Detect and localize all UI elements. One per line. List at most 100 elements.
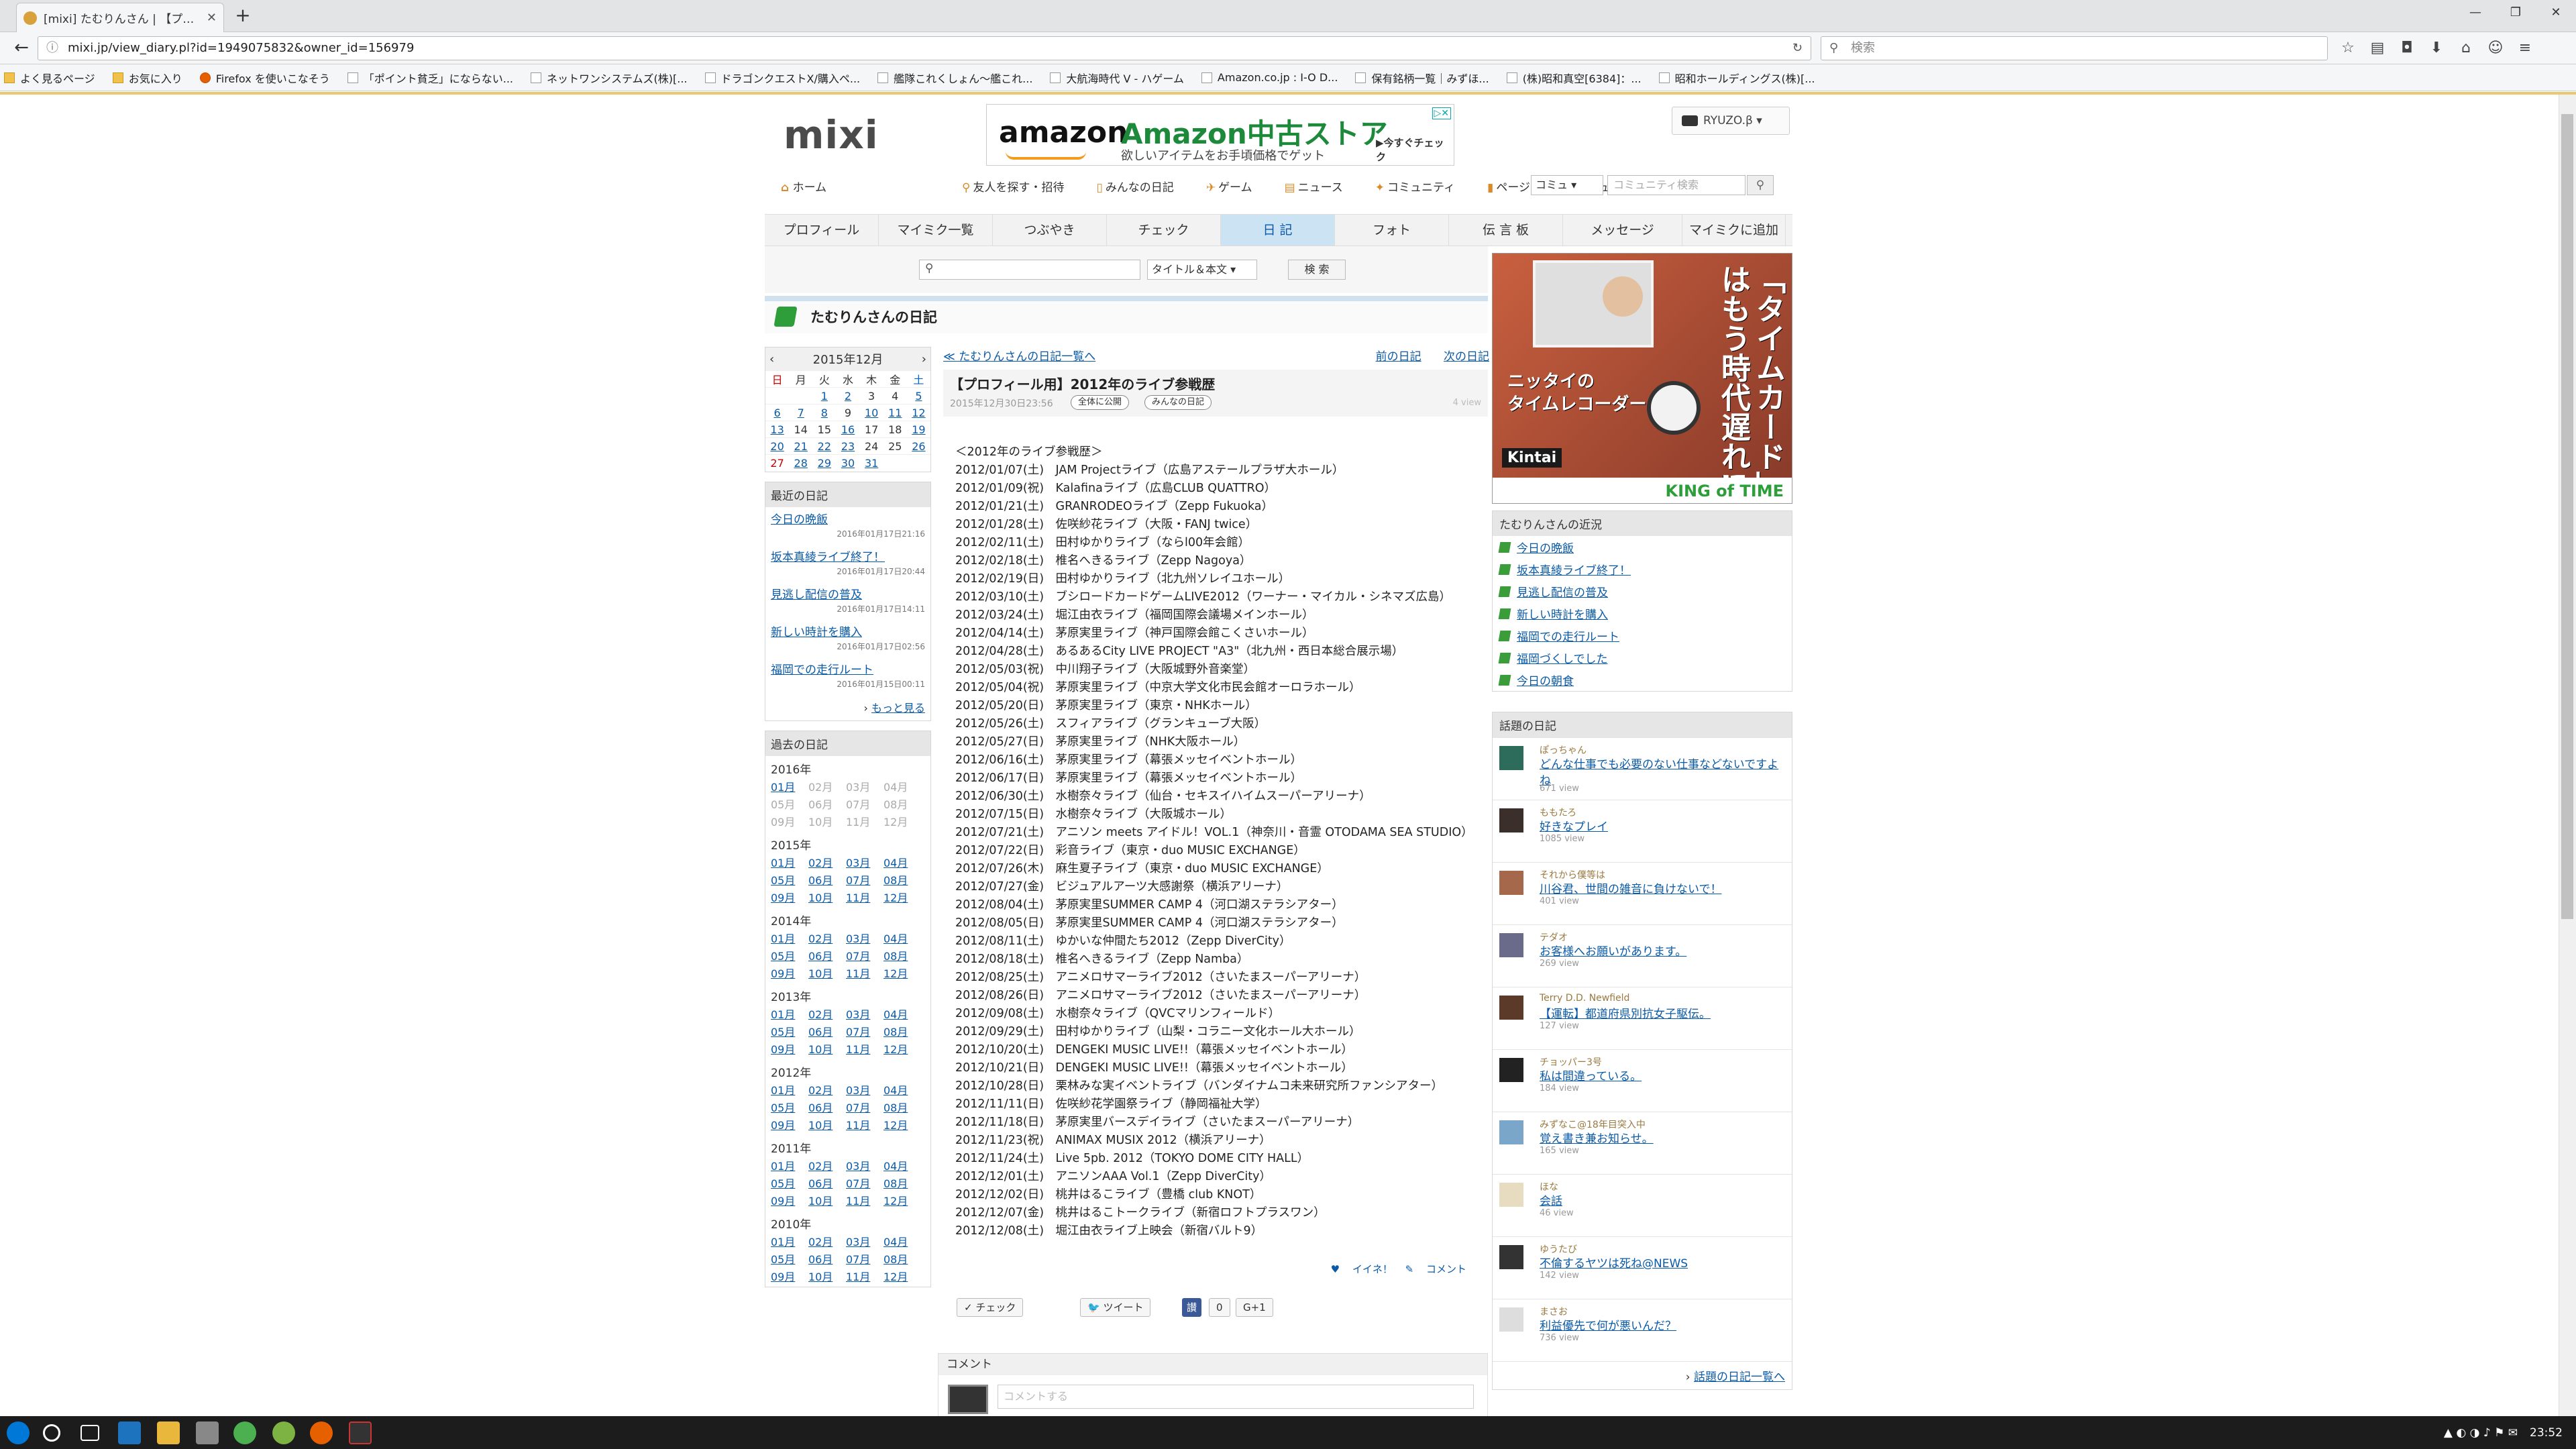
calendar-day-link[interactable]: 10 [865,407,878,419]
past-month-link[interactable]: 11月 [846,1040,883,1057]
trending-user[interactable]: ほな [1540,1180,1558,1193]
past-month-link[interactable]: 06月 [808,871,846,888]
past-month-link[interactable]: 12月 [883,1268,921,1284]
past-month-link[interactable]: 07月 [846,1099,883,1115]
past-month-link[interactable]: 04月 [883,1157,921,1173]
past-month-link[interactable]: 10月 [808,889,846,905]
trending-diary-link[interactable]: 川谷君、世間の雑音に負けないで！ [1540,883,1722,896]
past-month-link[interactable]: 03月 [846,1006,883,1022]
activity-link[interactable]: 今日の晩飯 [1517,539,1574,555]
user-avatar[interactable] [1499,1307,1523,1332]
past-month-link[interactable]: 06月 [808,1099,846,1115]
profile-tab[interactable]: メッセージ [1563,215,1682,246]
past-month-link[interactable]: 12月 [883,1040,921,1057]
gplus-button[interactable]: G+1 [1236,1298,1273,1317]
past-month-link[interactable]: 03月 [846,1233,883,1249]
calendar-day-link[interactable]: 1 [821,390,828,402]
cortana-icon[interactable] [43,1424,60,1442]
calendar-day[interactable]: 1 [812,387,837,405]
calendar-day[interactable]: 20 [765,437,790,455]
reload-icon[interactable]: ↻ [1792,37,1803,60]
site-info-icon[interactable]: ⓘ [46,37,58,60]
trending-user[interactable]: ゆうたび [1540,1242,1577,1256]
past-month-link[interactable]: 03月 [846,1081,883,1097]
bookmark-item[interactable]: ネットワンシステムズ(株)[... [531,70,688,86]
past-month-link[interactable]: 12月 [883,1192,921,1208]
task-view-icon[interactable] [80,1425,99,1441]
trending-diary-link[interactable]: 好きなプレイ [1540,820,1608,834]
calendar-day-link[interactable]: 8 [821,407,828,419]
past-month-link[interactable]: 02月 [808,1157,846,1173]
next-month-icon[interactable]: › [922,352,926,366]
past-month-link[interactable]: 11月 [846,1268,883,1284]
calendar-day-link[interactable]: 19 [912,423,925,436]
user-avatar[interactable] [1499,871,1523,895]
home-icon[interactable]: ⌂ [2451,36,2481,60]
past-month-link[interactable]: 02月 [808,1081,846,1097]
back-icon[interactable]: ← [9,36,34,60]
calendar-day-link[interactable]: 31 [865,457,878,470]
past-month-link[interactable]: 04月 [883,854,921,870]
past-month-link[interactable]: 03月 [846,854,883,870]
pocket-icon[interactable]: ◘ [2392,36,2422,60]
search-scope-select[interactable]: コミュ ▾ [1531,175,1603,195]
recent-diary-link[interactable]: 福岡での走行ルート [771,663,873,677]
past-month-link[interactable]: 09月 [771,965,808,981]
calendar-day-link[interactable]: 22 [818,440,831,453]
bookmark-item[interactable]: (株)昭和真空[6384]：... [1506,70,1642,86]
trending-user[interactable]: Terry D.D. Newfield [1540,993,1629,1004]
minna-diary-badge[interactable]: みんなの日記 [1144,395,1212,410]
close-window-icon[interactable]: ✕ [2536,0,2576,27]
calendar-day[interactable]: 30 [836,454,860,472]
past-month-link[interactable]: 05月 [771,871,808,888]
past-month-link[interactable]: 01月 [771,930,808,946]
browser-tab[interactable]: [mixi] たむりんさん | 【プロフィ... ✕ [16,3,224,32]
diary-search-scope-select[interactable]: タイトル＆本文 ▾ [1147,260,1257,280]
calendar-day[interactable]: 23 [836,437,860,455]
past-month-link[interactable]: 09月 [771,1268,808,1284]
ad-cta[interactable]: ▶今すぐチェック [1376,136,1454,164]
activity-link[interactable]: 新しい時計を購入 [1517,605,1608,622]
past-month-link[interactable]: 06月 [808,1250,846,1267]
past-month-link[interactable]: 05月 [771,1250,808,1267]
calendar-day[interactable]: 8 [812,404,837,421]
trending-user[interactable]: チョッパー3号 [1540,1055,1602,1069]
calendar-day-link[interactable]: 2 [845,390,851,402]
past-month-link[interactable]: 12月 [883,1116,921,1132]
global-nav-link[interactable]: ✦ コミュニティ [1375,178,1471,195]
calendar-day[interactable]: 6 [765,404,790,421]
user-avatar[interactable] [1499,1183,1523,1207]
user-avatar[interactable] [1499,746,1523,770]
past-month-link[interactable]: 10月 [808,1192,846,1208]
user-avatar[interactable] [1499,996,1523,1020]
calendar-day[interactable]: 21 [789,437,813,455]
clock[interactable]: 23:52 [2530,1426,2563,1440]
app2-icon[interactable] [349,1421,372,1444]
calendar-day-link[interactable]: 28 [794,457,808,470]
past-month-link[interactable]: 08月 [883,1175,921,1191]
calendar-day-link[interactable]: 21 [794,440,808,453]
calendar-day-link[interactable]: 23 [841,440,855,453]
past-month-link[interactable]: 01月 [771,778,808,794]
bookmark-item[interactable]: 艦隊これくしょん～艦これ... [877,70,1032,86]
calendar-day-link[interactable]: 7 [798,407,804,419]
user-avatar[interactable] [1499,1058,1523,1082]
past-month-link[interactable]: 12月 [883,889,921,905]
browser-search-input[interactable]: ⚲ 検索 [1821,36,2328,60]
calendar-day-link[interactable]: 6 [773,407,780,419]
calendar-day[interactable]: 11 [883,404,907,421]
past-month-link[interactable]: 02月 [808,1233,846,1249]
chrome-icon[interactable] [233,1421,256,1444]
calendar-day[interactable]: 13 [765,421,790,438]
past-month-link[interactable]: 02月 [808,930,846,946]
calendar-day[interactable]: 5 [906,387,930,405]
trending-diary-link[interactable]: 私は間違っている。 [1540,1070,1642,1083]
community-search-button[interactable]: ⚲ [1747,175,1774,195]
past-month-link[interactable]: 04月 [883,1233,921,1249]
calendar-day-link[interactable]: 30 [841,457,855,470]
bookmark-item[interactable]: 「ポイント貧乏」にならない... [347,70,513,86]
past-month-link[interactable]: 07月 [846,871,883,888]
calendar-day-link[interactable]: 16 [841,423,855,436]
past-month-link[interactable]: 09月 [771,1040,808,1057]
trending-diary-link[interactable]: 利益優先で何が悪いんだ？ [1540,1320,1676,1333]
